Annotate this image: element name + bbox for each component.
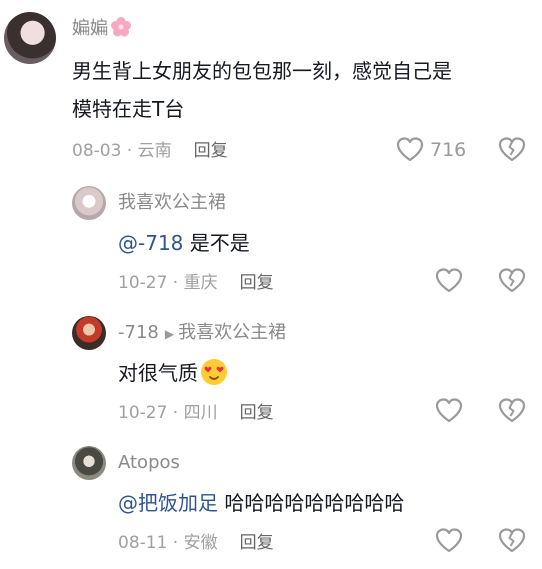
- comment-meta: 08-03 · 云南 回复: [72, 141, 228, 161]
- comment-text: 对很气质: [118, 354, 228, 398]
- reply-item: -718 ▶ 我喜欢公主裙 对很气质 10-27 · 四川 回复: [0, 300, 542, 430]
- heart-outline-icon: [435, 398, 463, 424]
- like-button[interactable]: 716: [396, 137, 466, 163]
- comment-meta: 10-27 · 重庆 回复: [118, 273, 274, 293]
- comment-text: @-718 是不是: [118, 231, 250, 255]
- comment-location: 安徽: [183, 533, 218, 553]
- like-button[interactable]: [435, 528, 463, 554]
- comment-meta: 08-11 · 安徽 回复: [118, 533, 274, 553]
- cherry-blossom-icon: [110, 16, 132, 44]
- comment-meta: 10-27 · 四川 回复: [118, 403, 274, 423]
- mention-link[interactable]: @把饭加足: [118, 491, 218, 515]
- username[interactable]: -718 ▶ 我喜欢公主裙: [118, 322, 286, 345]
- heart-outline-icon: [435, 528, 463, 554]
- comment-location: 云南: [137, 141, 172, 161]
- avatar[interactable]: [72, 186, 106, 220]
- like-button[interactable]: [435, 398, 463, 424]
- broken-heart-icon: [498, 268, 526, 298]
- heart-outline-icon: [435, 268, 463, 294]
- comment-location: 四川: [183, 403, 218, 423]
- reply-button[interactable]: 回复: [240, 403, 274, 423]
- reply-item: Atopos @把饭加足 哈哈哈哈哈哈哈哈哈 08-11 · 安徽 回复: [0, 430, 542, 569]
- reply-button[interactable]: 回复: [194, 141, 228, 161]
- comment-date: 08-11: [118, 533, 168, 553]
- dislike-button[interactable]: [498, 398, 526, 428]
- broken-heart-icon: [498, 528, 526, 558]
- reply-button[interactable]: 回复: [240, 533, 274, 553]
- username[interactable]: 媥媥: [72, 16, 132, 44]
- reply-item: 我喜欢公主裙 @-718 是不是 10-27 · 重庆 回复: [0, 170, 542, 300]
- dislike-button[interactable]: [498, 268, 526, 298]
- broken-heart-icon: [498, 137, 526, 167]
- dislike-button[interactable]: [498, 137, 526, 167]
- heart-eyes-face-icon: [200, 358, 228, 398]
- play-triangle-icon: ▶: [164, 327, 175, 341]
- avatar[interactable]: [72, 446, 106, 480]
- reply-to-username[interactable]: 我喜欢公主裙: [178, 322, 286, 343]
- like-button[interactable]: [435, 268, 463, 294]
- heart-outline-icon: [396, 137, 424, 163]
- comment-date: 10-27: [118, 403, 168, 423]
- comment-location: 重庆: [183, 273, 218, 293]
- dislike-button[interactable]: [498, 528, 526, 558]
- avatar[interactable]: [4, 12, 56, 64]
- like-count: 716: [430, 139, 467, 161]
- comment-item: 媥媥 男生背上女朋友的包包那一刻，感觉自己是 模特在走T台 08-03 · 云南…: [0, 0, 542, 170]
- comment-text: 男生背上女朋友的包包那一刻，感觉自己是 模特在走T台: [72, 59, 452, 121]
- comment-text: @把饭加足 哈哈哈哈哈哈哈哈哈: [118, 491, 405, 515]
- comment-date: 08-03: [72, 141, 122, 161]
- broken-heart-icon: [498, 398, 526, 428]
- username[interactable]: 我喜欢公主裙: [118, 192, 226, 214]
- mention-link[interactable]: @-718: [118, 231, 183, 255]
- comment-date: 10-27: [118, 273, 168, 293]
- username[interactable]: Atopos: [118, 452, 180, 474]
- reply-button[interactable]: 回复: [240, 273, 274, 293]
- avatar[interactable]: [72, 316, 106, 350]
